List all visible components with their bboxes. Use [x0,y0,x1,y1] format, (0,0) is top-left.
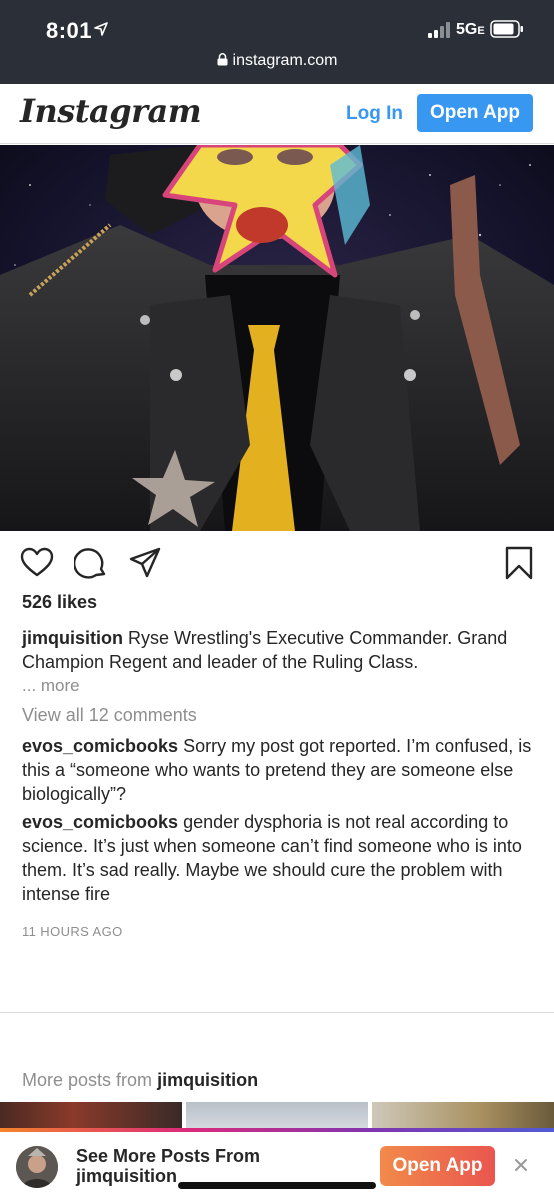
network-suffix: E [477,25,485,37]
post-photo-illustration [0,145,554,531]
caption-more-link[interactable]: ... more [22,676,80,696]
more-posts-prefix: More posts from [22,1070,153,1090]
heart-icon[interactable] [20,546,54,580]
avatar[interactable] [16,1146,58,1188]
banner-line-1: See More Posts From [76,1146,261,1166]
instagram-logo[interactable]: Instagram [20,92,202,130]
url-bar[interactable]: instagram.com [0,52,554,70]
location-arrow-icon [94,22,108,36]
post-image[interactable] [0,145,554,531]
network-type: 5G [456,21,478,38]
more-posts-username[interactable]: jimquisition [157,1070,258,1090]
comment-list: evos_comicbooks Sorry my post got report… [22,734,542,906]
section-divider [0,1012,554,1013]
url-text: instagram.com [232,52,338,69]
open-app-button[interactable]: Open App [417,94,533,132]
signal-icon [428,22,450,38]
share-icon[interactable] [128,546,162,580]
banner-open-app-button[interactable]: Open App [380,1146,495,1186]
comment-item: evos_comicbooks Sorry my post got report… [22,734,542,806]
comment-username[interactable]: evos_comicbooks [22,812,178,832]
status-time: 8:01 [46,18,93,43]
more-posts-heading: More posts from jimquisition [22,1070,258,1091]
lock-icon [217,53,228,66]
post-timestamp: 11 HOURS AGO [22,924,123,939]
comment-username[interactable]: evos_comicbooks [22,736,178,756]
status-bar: 8:01 5GE instagram.com [0,0,554,84]
comment-item: evos_comicbooks gender dysphoria is not … [22,810,542,906]
bookmark-icon[interactable] [502,546,536,580]
post-actions [0,546,554,582]
banner-text: See More Posts From jimquisition [76,1146,260,1186]
comment-icon[interactable] [74,546,108,580]
caption-username[interactable]: jimquisition [22,628,123,648]
network-indicator: 5GE [456,21,485,39]
avatar-image [16,1146,58,1188]
open-app-banner: See More Posts From jimquisition Open Ap… [0,1128,554,1200]
login-link[interactable]: Log In [346,103,403,125]
post-caption: jimquisition Ryse Wrestling's Executive … [22,626,542,674]
home-indicator[interactable] [178,1182,376,1189]
battery-icon [490,20,523,38]
likes-count[interactable]: 526 likes [22,592,97,613]
view-all-comments-link[interactable]: View all 12 comments [22,705,197,726]
close-icon[interactable] [512,1156,530,1174]
instagram-header: Instagram Log In Open App [0,84,554,144]
